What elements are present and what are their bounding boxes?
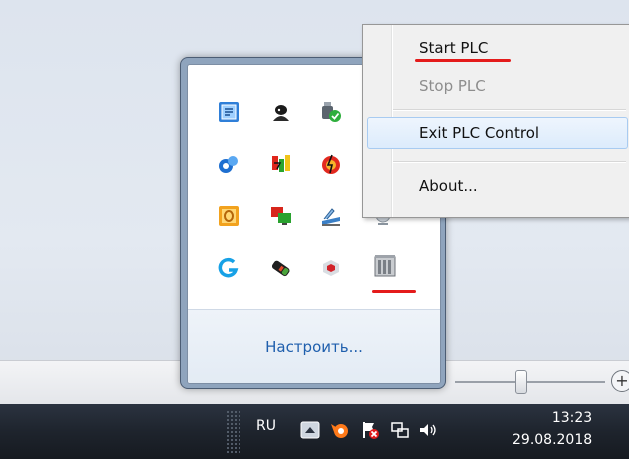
remote-desktop-icon[interactable] [270, 205, 292, 227]
menu-item-label: Exit PLC Control [419, 124, 540, 142]
menu-item-label: Start PLC [419, 39, 489, 57]
energy-icon[interactable] [270, 153, 292, 175]
customize-link[interactable]: Настроить... [188, 338, 440, 356]
menu-item-label: Stop PLC [419, 77, 486, 95]
menu-item-exit-plc-control[interactable]: Exit PLC Control [367, 117, 628, 149]
taskbar-grip[interactable] [226, 410, 240, 454]
zoom-slider-thumb[interactable] [515, 370, 527, 394]
network-icon[interactable] [390, 420, 410, 440]
menu-item-stop-plc: Stop PLC [363, 71, 629, 101]
antivirus-icon[interactable] [320, 153, 342, 175]
plc-control-icon[interactable] [372, 253, 398, 279]
spy-icon[interactable] [270, 101, 292, 123]
zoom-slider-track [455, 381, 605, 383]
outlook-icon[interactable] [218, 205, 240, 227]
scanner-icon[interactable] [320, 205, 342, 227]
clock-date[interactable]: 29.08.2018 [512, 432, 592, 448]
flyout-footer: Настроить... [188, 309, 440, 383]
action-center-flag-icon[interactable] [360, 420, 380, 440]
annotation-underline-start-plc [415, 59, 511, 62]
menu-separator [393, 161, 626, 163]
zoom-in-icon[interactable]: + [611, 370, 629, 392]
menu-item-about[interactable]: About... [363, 171, 629, 201]
tablet-icon[interactable] [270, 257, 292, 279]
plc-context-menu: Start PLC Stop PLC Exit PLC Control Abou… [362, 24, 629, 218]
clock-time[interactable]: 13:23 [537, 410, 607, 426]
hex-cube-icon[interactable] [320, 257, 342, 279]
crosscloud-icon[interactable] [218, 153, 240, 175]
zoom-slider[interactable] [455, 370, 605, 394]
language-indicator[interactable]: RU [256, 418, 276, 434]
usb-safely-remove-icon[interactable] [320, 101, 342, 123]
avast-icon[interactable] [330, 420, 350, 440]
menu-item-label: About... [419, 177, 478, 195]
annotation-underline-plc-icon [372, 290, 416, 293]
sandbox-icon[interactable] [218, 101, 240, 123]
logitech-g-icon[interactable] [218, 257, 240, 279]
show-hidden-icons-arrow-icon[interactable] [300, 420, 320, 440]
volume-icon[interactable] [418, 420, 438, 440]
menu-separator [393, 109, 626, 111]
